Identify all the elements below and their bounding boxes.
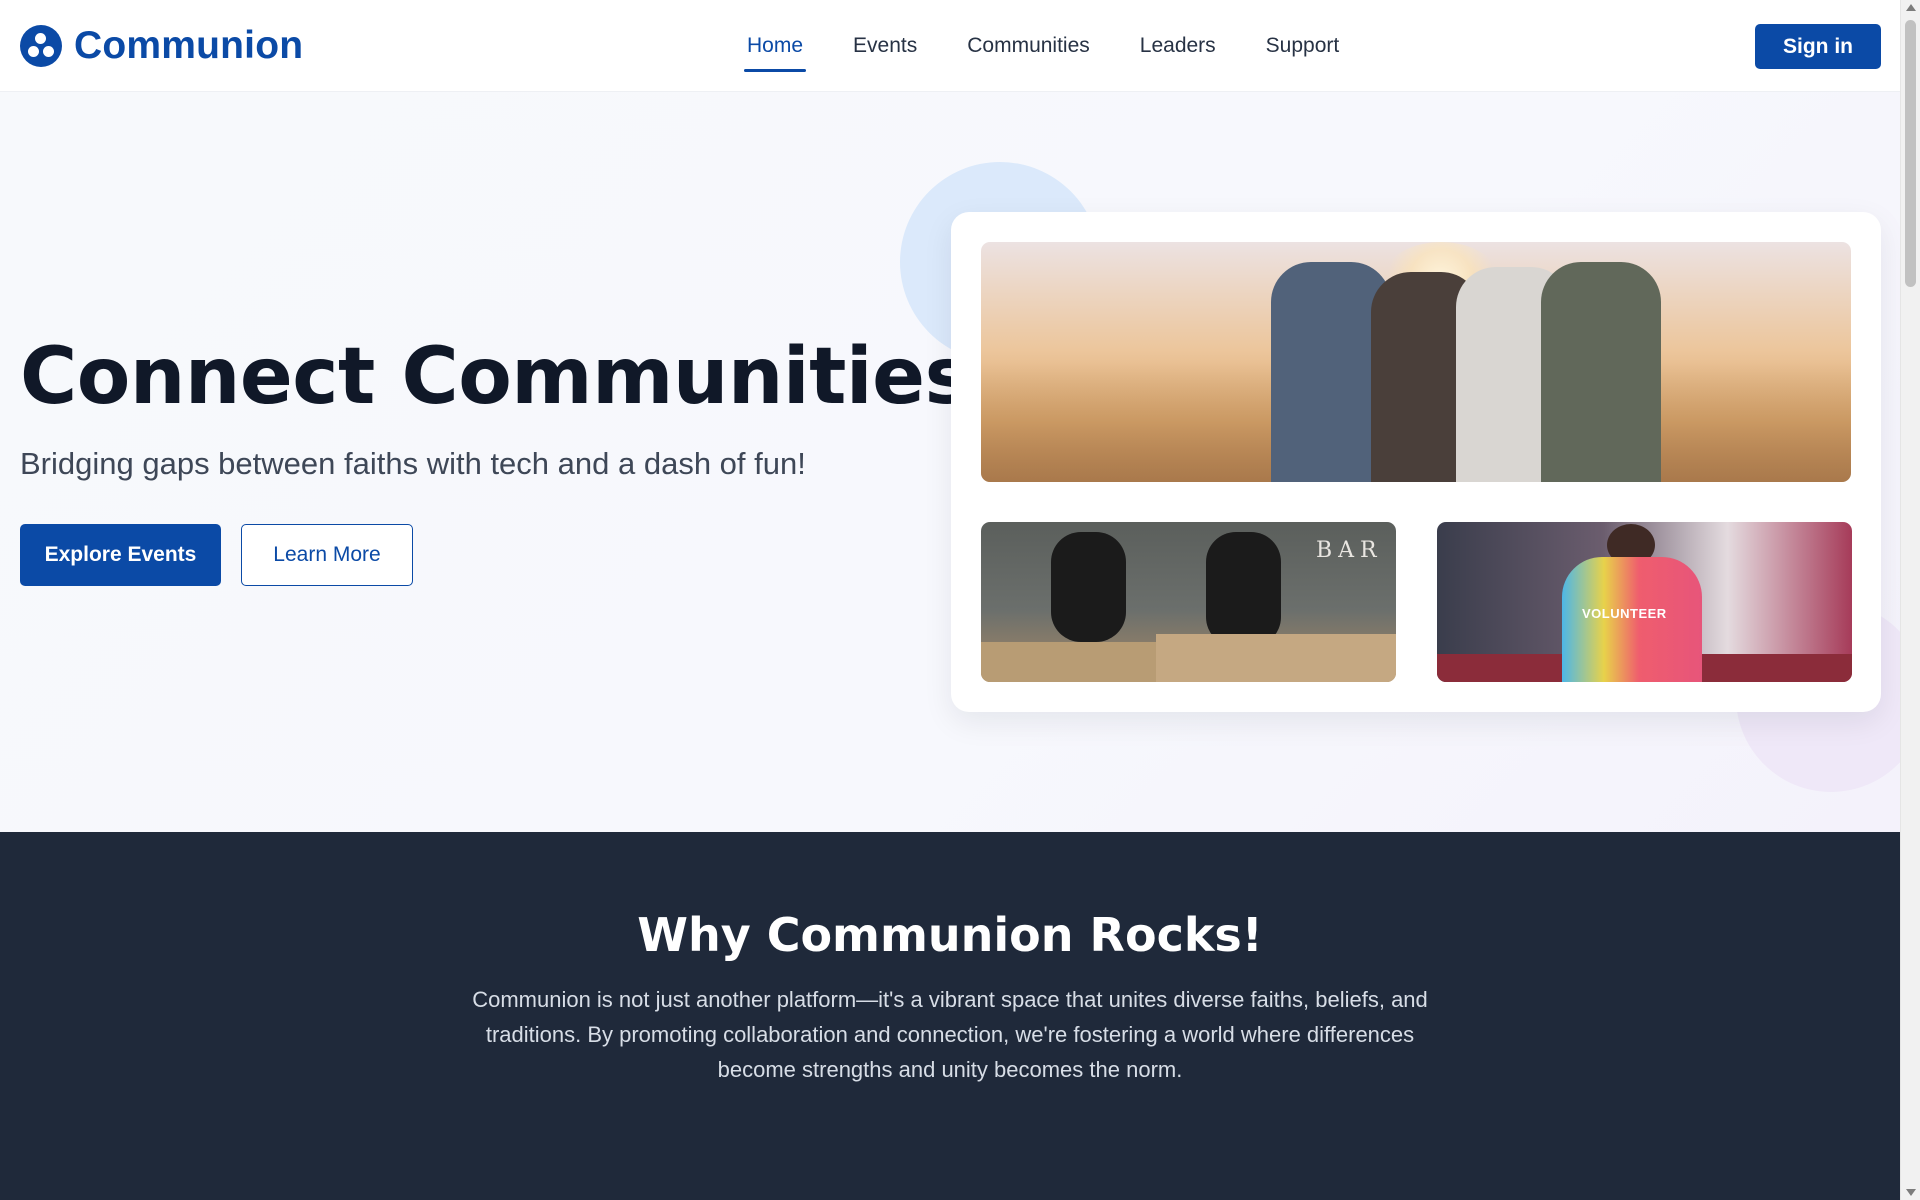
hero-section: Connect Communities Bridging gaps betwee… [0, 92, 1900, 832]
nav-item-events[interactable]: Events [828, 0, 942, 92]
volunteer-shirt-text: VOLUNTEER [1582, 606, 1667, 621]
nav-item-home[interactable]: Home [722, 0, 828, 92]
scroll-up-arrow-icon[interactable] [1906, 4, 1916, 11]
brand-logo[interactable]: Communion [20, 24, 303, 68]
hero-title: Connect Communities [20, 332, 971, 422]
why-title: Why Communion Rocks! [637, 908, 1263, 962]
why-description: Communion is not just another platform—i… [472, 987, 1428, 1082]
hero-subtitle: Bridging gaps between faiths with tech a… [20, 446, 806, 481]
brand-name: Communion [74, 24, 304, 67]
sign-in-button[interactable]: Sign in [1755, 24, 1881, 69]
volunteer-event-image: VOLUNTEER [1437, 522, 1852, 682]
learn-more-button[interactable]: Learn More [241, 524, 413, 586]
scrollbar-thumb[interactable] [1905, 20, 1916, 287]
why-section: Why Communion Rocks! Communion is not ju… [0, 832, 1900, 1200]
box-jump-gym-image: BAR [981, 522, 1396, 682]
nav-item-communities[interactable]: Communities [942, 0, 1115, 92]
communion-logo-icon [20, 25, 62, 67]
site-header: Communion Home Events Communities Leader… [0, 0, 1900, 92]
main-nav: Home Events Communities Leaders Support [722, 0, 1364, 92]
friends-sunset-image [981, 242, 1851, 482]
page-scrollbar[interactable] [1900, 0, 1920, 1200]
explore-events-button[interactable]: Explore Events [20, 524, 221, 586]
nav-item-leaders[interactable]: Leaders [1115, 0, 1241, 92]
scroll-down-arrow-icon[interactable] [1906, 1189, 1916, 1196]
hero-image-card: BAR VOLUNTEER [951, 212, 1881, 712]
gym-sign-text: BAR [1316, 538, 1383, 563]
nav-item-support[interactable]: Support [1241, 0, 1365, 92]
